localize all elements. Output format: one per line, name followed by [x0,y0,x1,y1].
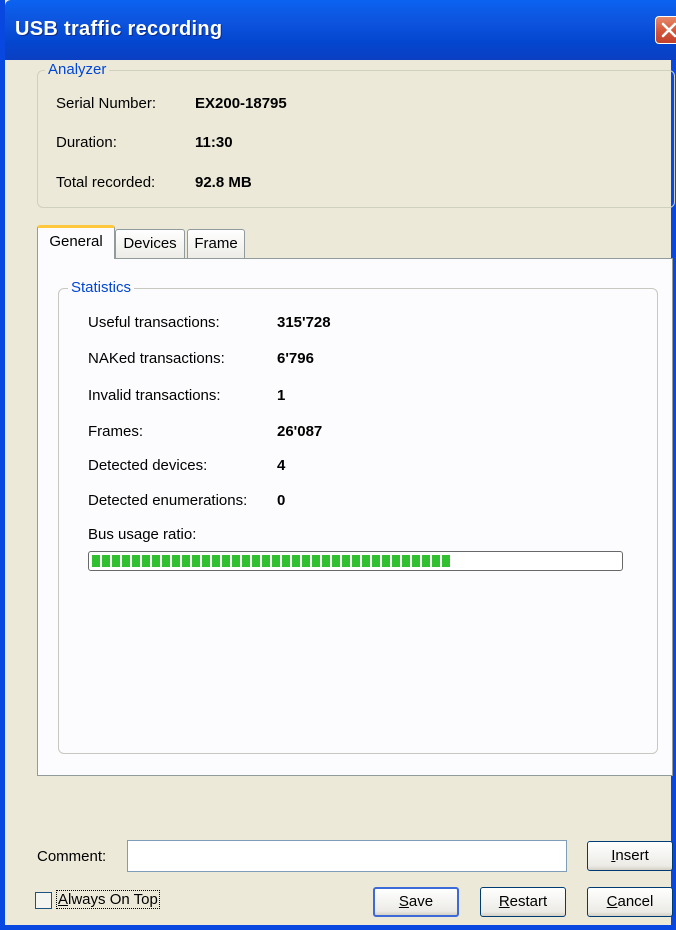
comment-input[interactable] [127,840,567,872]
useful-transactions-label: Useful transactions: [88,314,220,331]
tab-general[interactable]: General [37,225,115,259]
duration-value: 11:30 [195,134,233,151]
cancel-button-label: ancel [617,893,654,910]
restart-button-mnemonic: R [498,893,510,910]
invalid-transactions-label: Invalid transactions: [88,387,221,404]
title-bar[interactable]: USB traffic recording [5,0,676,60]
detected-devices-value: 4 [277,457,286,474]
insert-button[interactable]: Insert [587,841,673,871]
always-on-top-checkbox[interactable] [35,892,52,909]
invalid-transactions-value: 1 [277,387,286,404]
save-button[interactable]: Save [373,887,459,917]
save-button-mnemonic: S [398,893,409,910]
useful-transactions-value: 315'728 [277,314,331,331]
comment-label: Comment: [37,848,107,865]
total-recorded-label: Total recorded: [56,174,156,191]
naked-transactions-value: 6'796 [277,350,314,367]
close-icon [661,22,676,38]
close-button[interactable] [655,16,676,44]
insert-button-label: nsert [615,847,649,864]
always-on-top-label[interactable]: Always On Top [56,890,160,909]
bus-usage-progress-fill [92,555,450,567]
frames-label: Frames: [88,423,144,440]
total-recorded-value: 92.8 MB [195,174,252,191]
bus-usage-label: Bus usage ratio: [88,526,197,543]
serial-number-label: Serial Number: [56,95,157,112]
window-title: USB traffic recording [15,18,223,40]
analyzer-legend: Analyzer [45,61,110,78]
bus-usage-progress-bar [88,551,623,571]
detected-enumerations-value: 0 [277,492,286,509]
statistics-legend: Statistics [68,279,135,296]
restart-button-label: estart [509,893,548,910]
usb-recording-dialog: USB traffic recording Analyzer Serial Nu… [0,0,676,930]
frames-value: 26'087 [277,423,323,440]
restart-button[interactable]: Restart [480,887,566,917]
naked-transactions-label: NAKed transactions: [88,350,225,367]
save-button-label: ave [408,893,434,910]
duration-label: Duration: [56,134,117,151]
cancel-button-mnemonic: C [606,893,618,910]
cancel-button[interactable]: Cancel [587,887,673,917]
always-on-top-mnemonic: A [58,891,69,908]
detected-devices-label: Detected devices: [88,457,208,474]
always-on-top-text: lways On Top [68,891,158,908]
tab-devices[interactable]: Devices [115,229,185,259]
serial-number-value: EX200-18795 [195,95,287,112]
tab-frame[interactable]: Frame [187,229,245,259]
detected-enumerations-label: Detected enumerations: [88,492,248,509]
